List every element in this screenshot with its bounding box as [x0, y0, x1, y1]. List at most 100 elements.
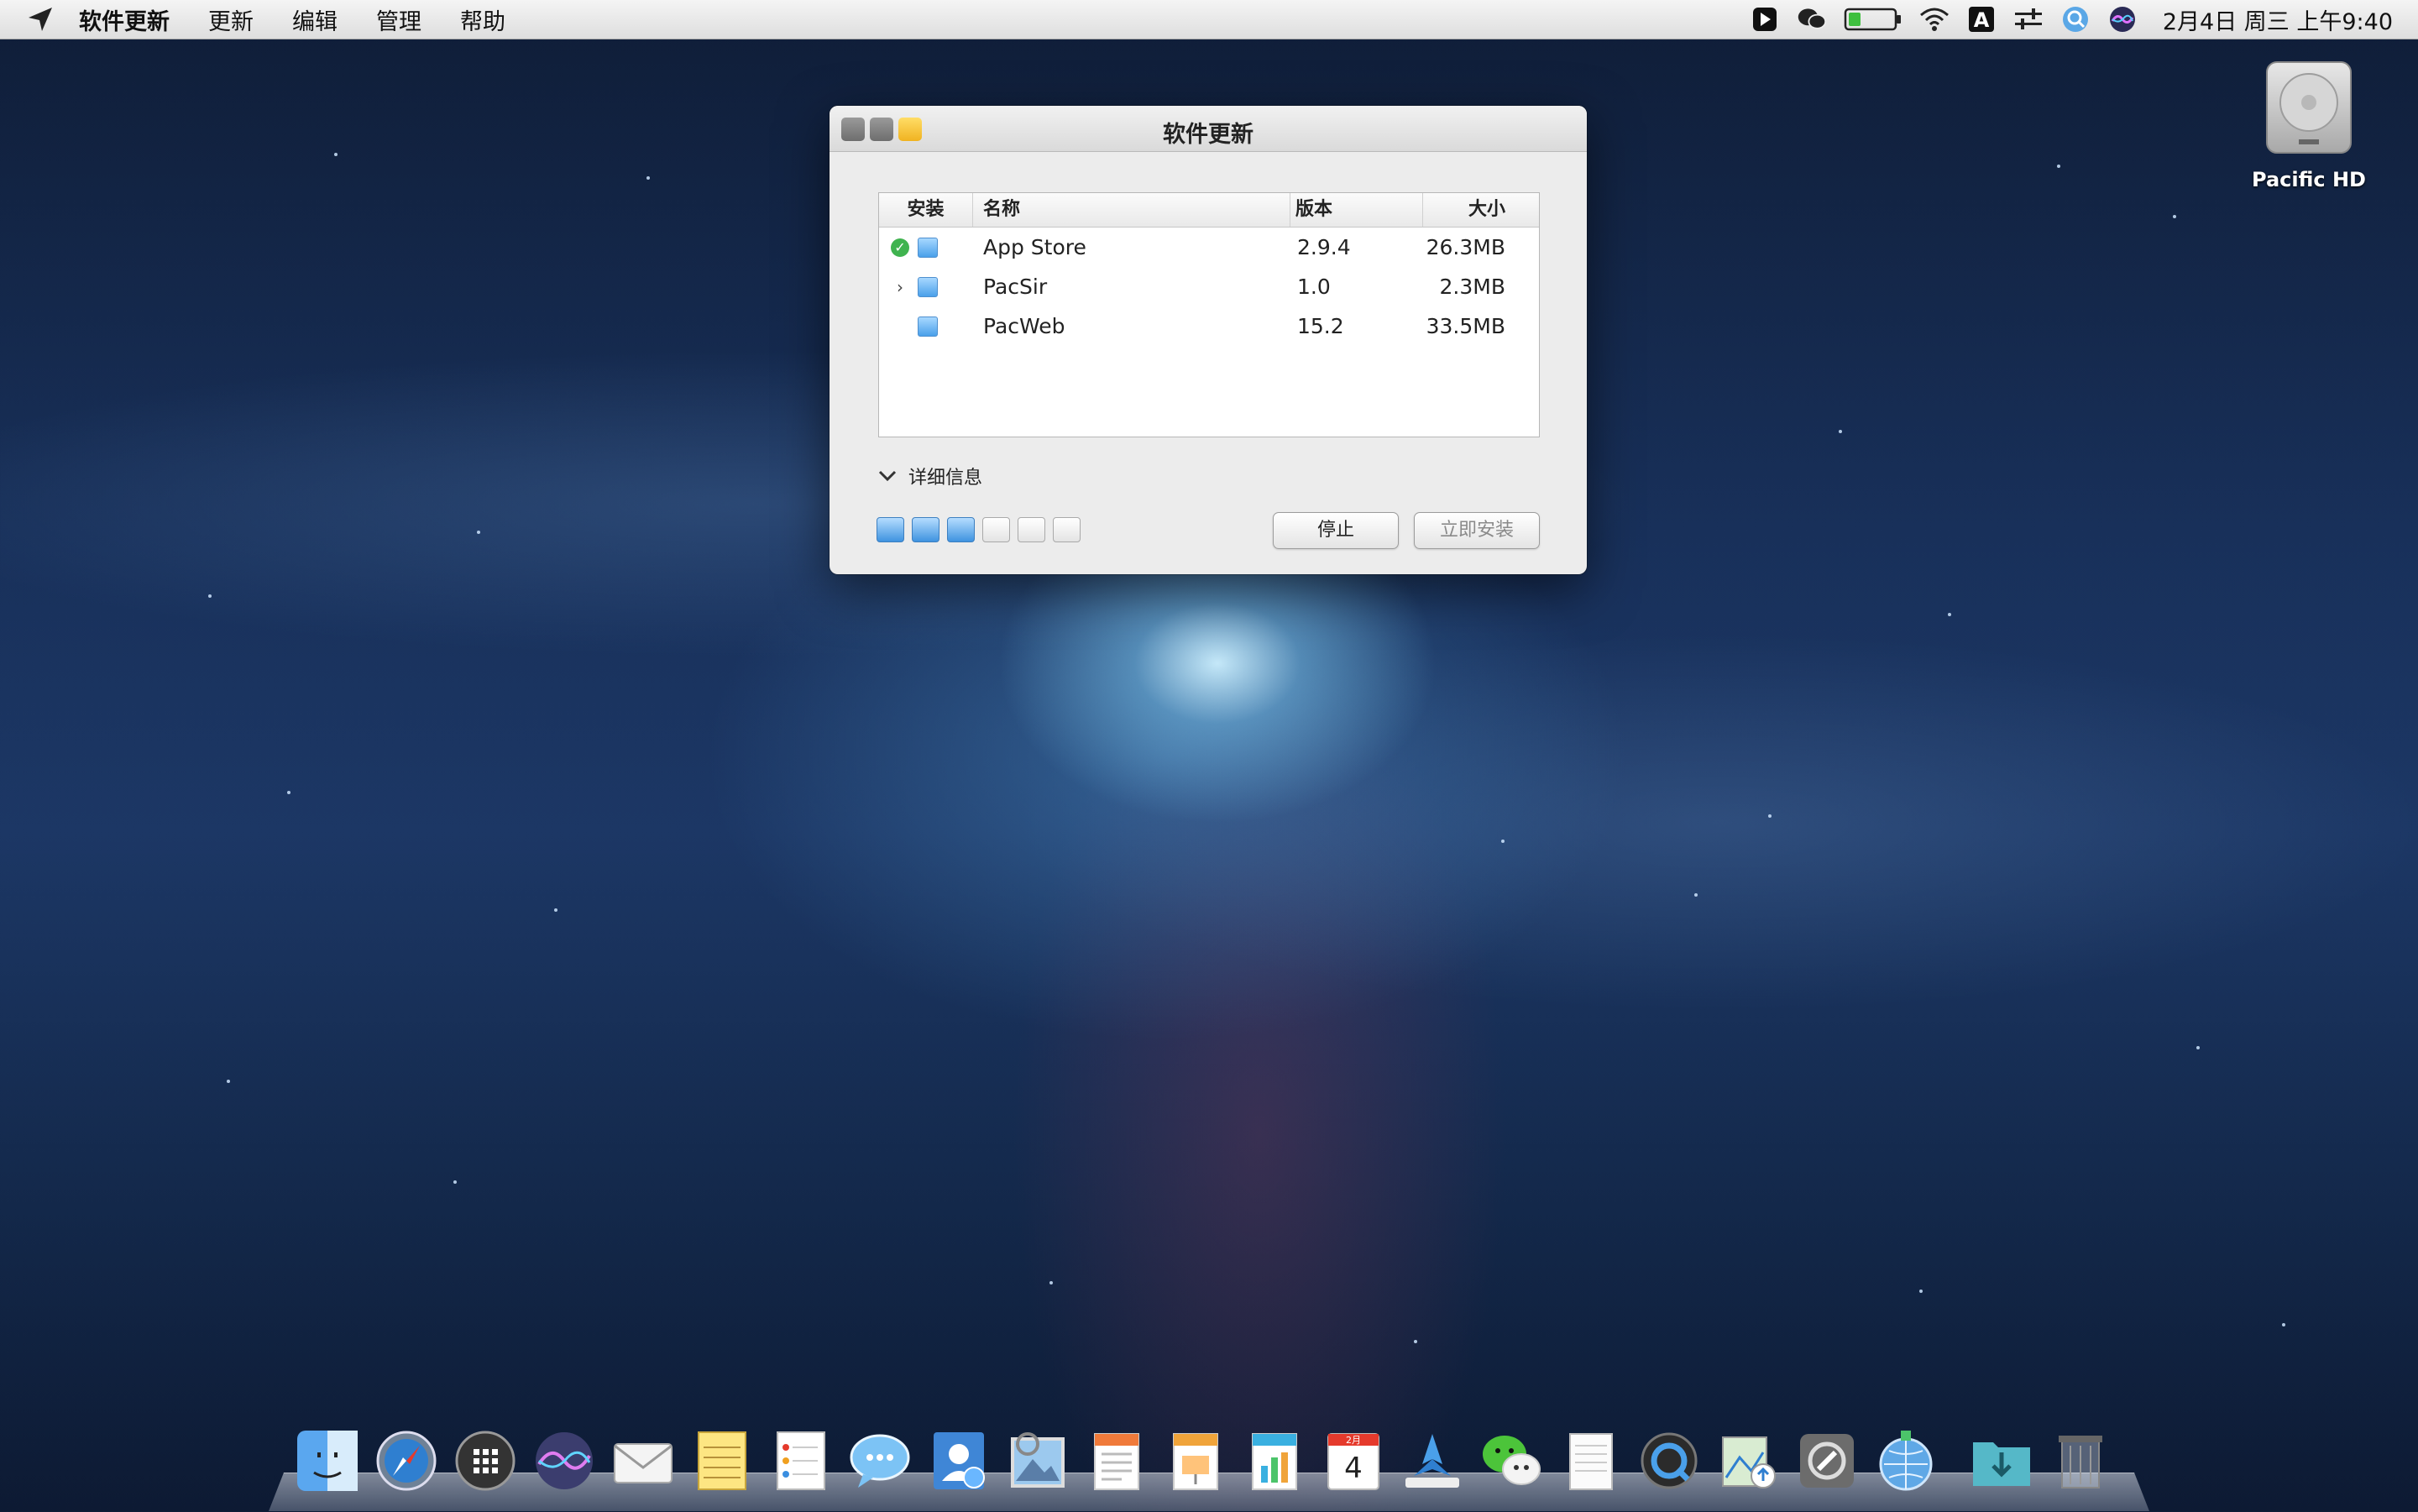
notes-icon[interactable]: [688, 1427, 756, 1494]
column-install[interactable]: 安装: [879, 193, 973, 227]
star: [477, 531, 480, 534]
star: [1694, 893, 1698, 897]
details-disclosure[interactable]: 详细信息: [878, 463, 982, 489]
menu-app-name[interactable]: 软件更新: [79, 3, 189, 36]
details-label: 详细信息: [908, 468, 983, 489]
textedit-icon[interactable]: [1557, 1427, 1624, 1494]
spotlight-icon[interactable]: [2060, 6, 2091, 33]
star: [453, 1180, 457, 1184]
input-method-icon[interactable]: A: [1966, 6, 1997, 33]
svg-text:A: A: [1974, 8, 1990, 32]
trash-icon[interactable]: [2047, 1427, 2114, 1494]
star: [2173, 215, 2176, 218]
install-cell: ✓: [879, 237, 973, 259]
package-icon: [918, 316, 938, 337]
star: [208, 594, 212, 598]
package-icon: [918, 276, 938, 297]
numbers-icon[interactable]: [1241, 1427, 1308, 1494]
cursor-app-icon[interactable]: [1750, 6, 1780, 33]
testflight-icon[interactable]: [1399, 1427, 1466, 1494]
progress-segment: [982, 517, 1010, 542]
star: [1501, 840, 1505, 843]
reminders-icon[interactable]: [767, 1427, 835, 1494]
menu-bar: 软件更新 更新 编辑 管理 帮助 A 2月4日 周三 上午9:40: [0, 0, 2418, 39]
window-titlebar[interactable]: 软件更新: [830, 106, 1587, 152]
install-progress: [877, 517, 1081, 542]
progress-segment: [1018, 517, 1045, 542]
launchpad-icon[interactable]: [452, 1427, 519, 1494]
star: [2196, 1046, 2200, 1049]
contacts-icon[interactable]: [925, 1427, 992, 1494]
safari-icon[interactable]: [373, 1427, 440, 1494]
controls-icon[interactable]: [2013, 6, 2044, 33]
column-size[interactable]: 大小: [1423, 193, 1537, 227]
siri-dock-icon[interactable]: [531, 1427, 598, 1494]
menu-edit[interactable]: 编辑: [273, 3, 357, 36]
progress-segment: [1053, 517, 1081, 542]
star: [287, 791, 290, 794]
siri-icon[interactable]: [2107, 6, 2138, 33]
window-title: 软件更新: [1163, 122, 1253, 148]
star: [646, 176, 650, 180]
mail-icon[interactable]: [610, 1427, 677, 1494]
star: [1049, 1281, 1053, 1284]
installed-check-icon: ✓: [889, 237, 911, 259]
status-tray: A 2月4日 周三 上午9:40: [1750, 3, 2418, 36]
menu-update[interactable]: 更新: [189, 3, 273, 36]
star: [1768, 814, 1772, 818]
star: [227, 1080, 230, 1083]
stop-button[interactable]: 停止: [1273, 512, 1399, 549]
star: [334, 153, 338, 156]
row-name: App Store: [983, 235, 1086, 259]
row-name: PacWeb: [983, 314, 1065, 338]
star: [1414, 1340, 1417, 1343]
row-size: 2.3MB: [1439, 275, 1505, 299]
finder-icon[interactable]: [294, 1427, 361, 1494]
table-row[interactable]: PacWeb 15.2 33.5MB: [879, 306, 1539, 346]
app-installer-icon[interactable]: [1714, 1427, 1782, 1494]
table-header: 安装 名称 版本 大小: [879, 193, 1539, 228]
star: [1839, 430, 1842, 433]
pages-icon[interactable]: [1083, 1427, 1150, 1494]
desktop-drive[interactable]: Pacific HD: [2250, 59, 2368, 191]
downloads-folder-icon[interactable]: [1968, 1427, 2035, 1494]
row-version: 1.0: [1297, 275, 1331, 299]
updates-table: 安装 名称 版本 大小 ✓ App Store 2.9.4 26.3MB › P…: [878, 192, 1540, 437]
software-update-window: 软件更新 安装 名称 版本 大小 ✓ App Store 2.9.4 26.3M…: [830, 106, 1587, 574]
progress-segment: [947, 517, 975, 542]
table-row[interactable]: › PacSir 1.0 2.3MB: [879, 267, 1539, 306]
column-name[interactable]: 名称: [973, 193, 1290, 227]
star: [1919, 1290, 1923, 1293]
calendar-icon[interactable]: 2月 4: [1320, 1427, 1387, 1494]
column-version[interactable]: 版本: [1290, 193, 1423, 227]
empty-status: [889, 316, 911, 337]
location-arrow-icon[interactable]: [27, 6, 54, 33]
keynote-icon[interactable]: [1162, 1427, 1229, 1494]
wechat-dock-icon[interactable]: [1478, 1427, 1545, 1494]
table-row[interactable]: ✓ App Store 2.9.4 26.3MB: [879, 228, 1539, 267]
hard-drive-icon: [2266, 61, 2352, 154]
star: [2282, 1323, 2285, 1326]
row-size: 26.3MB: [1426, 235, 1505, 259]
wifi-icon[interactable]: [1919, 6, 1950, 33]
install-now-button[interactable]: 立即安装: [1414, 512, 1540, 549]
star: [554, 908, 557, 912]
battery-icon[interactable]: [1844, 6, 1902, 33]
wechat-icon[interactable]: [1797, 6, 1827, 33]
menu-manage[interactable]: 管理: [357, 3, 441, 36]
preview-icon[interactable]: [1004, 1427, 1071, 1494]
star: [1948, 613, 1951, 616]
calendar-month: 2月: [1346, 1435, 1361, 1446]
menu-help[interactable]: 帮助: [441, 3, 525, 36]
menu-clock[interactable]: 2月4日 周三 上午9:40: [2163, 3, 2393, 36]
system-preferences-icon[interactable]: [1793, 1427, 1861, 1494]
progress-segment: [877, 517, 904, 542]
calendar-day: 4: [1344, 1452, 1363, 1485]
quicktime-icon[interactable]: [1636, 1427, 1703, 1494]
star: [2057, 165, 2060, 168]
network-utility-icon[interactable]: [1872, 1427, 1939, 1494]
disclosure-chevron-icon[interactable]: ›: [889, 276, 911, 298]
messages-icon[interactable]: [846, 1427, 913, 1494]
install-cell: [879, 316, 973, 337]
drive-label: Pacific HD: [2252, 168, 2366, 191]
